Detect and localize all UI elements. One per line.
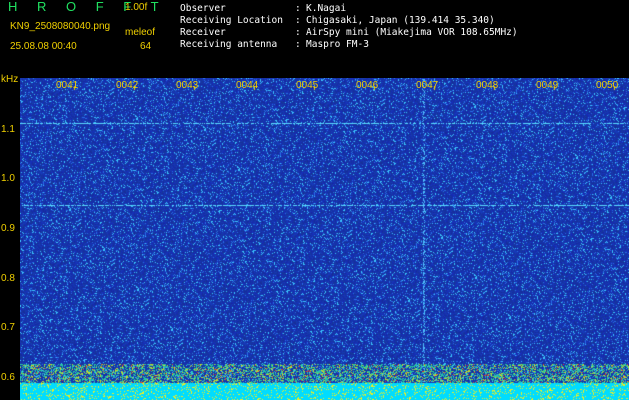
- x-tick-label: 0042: [116, 80, 139, 91]
- x-tick-label: 0044: [236, 80, 259, 91]
- observer-value: K.Nagai: [306, 3, 347, 14]
- x-tick-label: 0045: [296, 80, 319, 91]
- receiver-label: Receiver: [180, 27, 226, 38]
- timestamp-label: 25.08.08 00:40: [10, 41, 77, 52]
- info-colon: :: [295, 27, 301, 38]
- spectrogram-canvas: [20, 78, 629, 400]
- x-tick-label: 0049: [536, 80, 559, 91]
- x-tick-label: 0046: [356, 80, 379, 91]
- antenna-value: Maspro FM-3: [306, 39, 369, 50]
- antenna-label: Receiving antenna: [180, 39, 278, 50]
- observer-label: Observer: [180, 3, 226, 14]
- y-tick-label: 1.0: [1, 173, 15, 184]
- x-tick-label: 0041: [56, 80, 79, 91]
- receiver-value: AirSpy mini (Miakejima VOR 108.65MHz): [306, 27, 518, 38]
- site-tag-label: meleof: [125, 27, 156, 38]
- filename-label: KN9_2508080040.png: [10, 21, 111, 32]
- y-tick-label: 1.1: [1, 124, 15, 135]
- info-colon: :: [295, 15, 301, 26]
- y-tick-label: 0.7: [1, 322, 15, 333]
- y-tick-label: 0.9: [1, 223, 15, 234]
- location-label: Receiving Location: [180, 15, 283, 26]
- x-tick-label: 0050: [596, 80, 619, 91]
- info-colon: :: [295, 3, 301, 14]
- x-tick-label: 0047: [416, 80, 439, 91]
- info-colon: :: [295, 39, 301, 50]
- y-tick-label: 0.6: [1, 372, 15, 383]
- y-tick-label: 0.8: [1, 273, 15, 284]
- x-tick-label: 0048: [476, 80, 499, 91]
- y-axis-unit: kHz: [1, 74, 19, 85]
- count-label: 64: [140, 41, 152, 52]
- version-label: 1.00f: [125, 2, 148, 13]
- x-tick-label: 0043: [176, 80, 199, 91]
- location-value: Chigasaki, Japan (139.414 35.340): [306, 15, 495, 26]
